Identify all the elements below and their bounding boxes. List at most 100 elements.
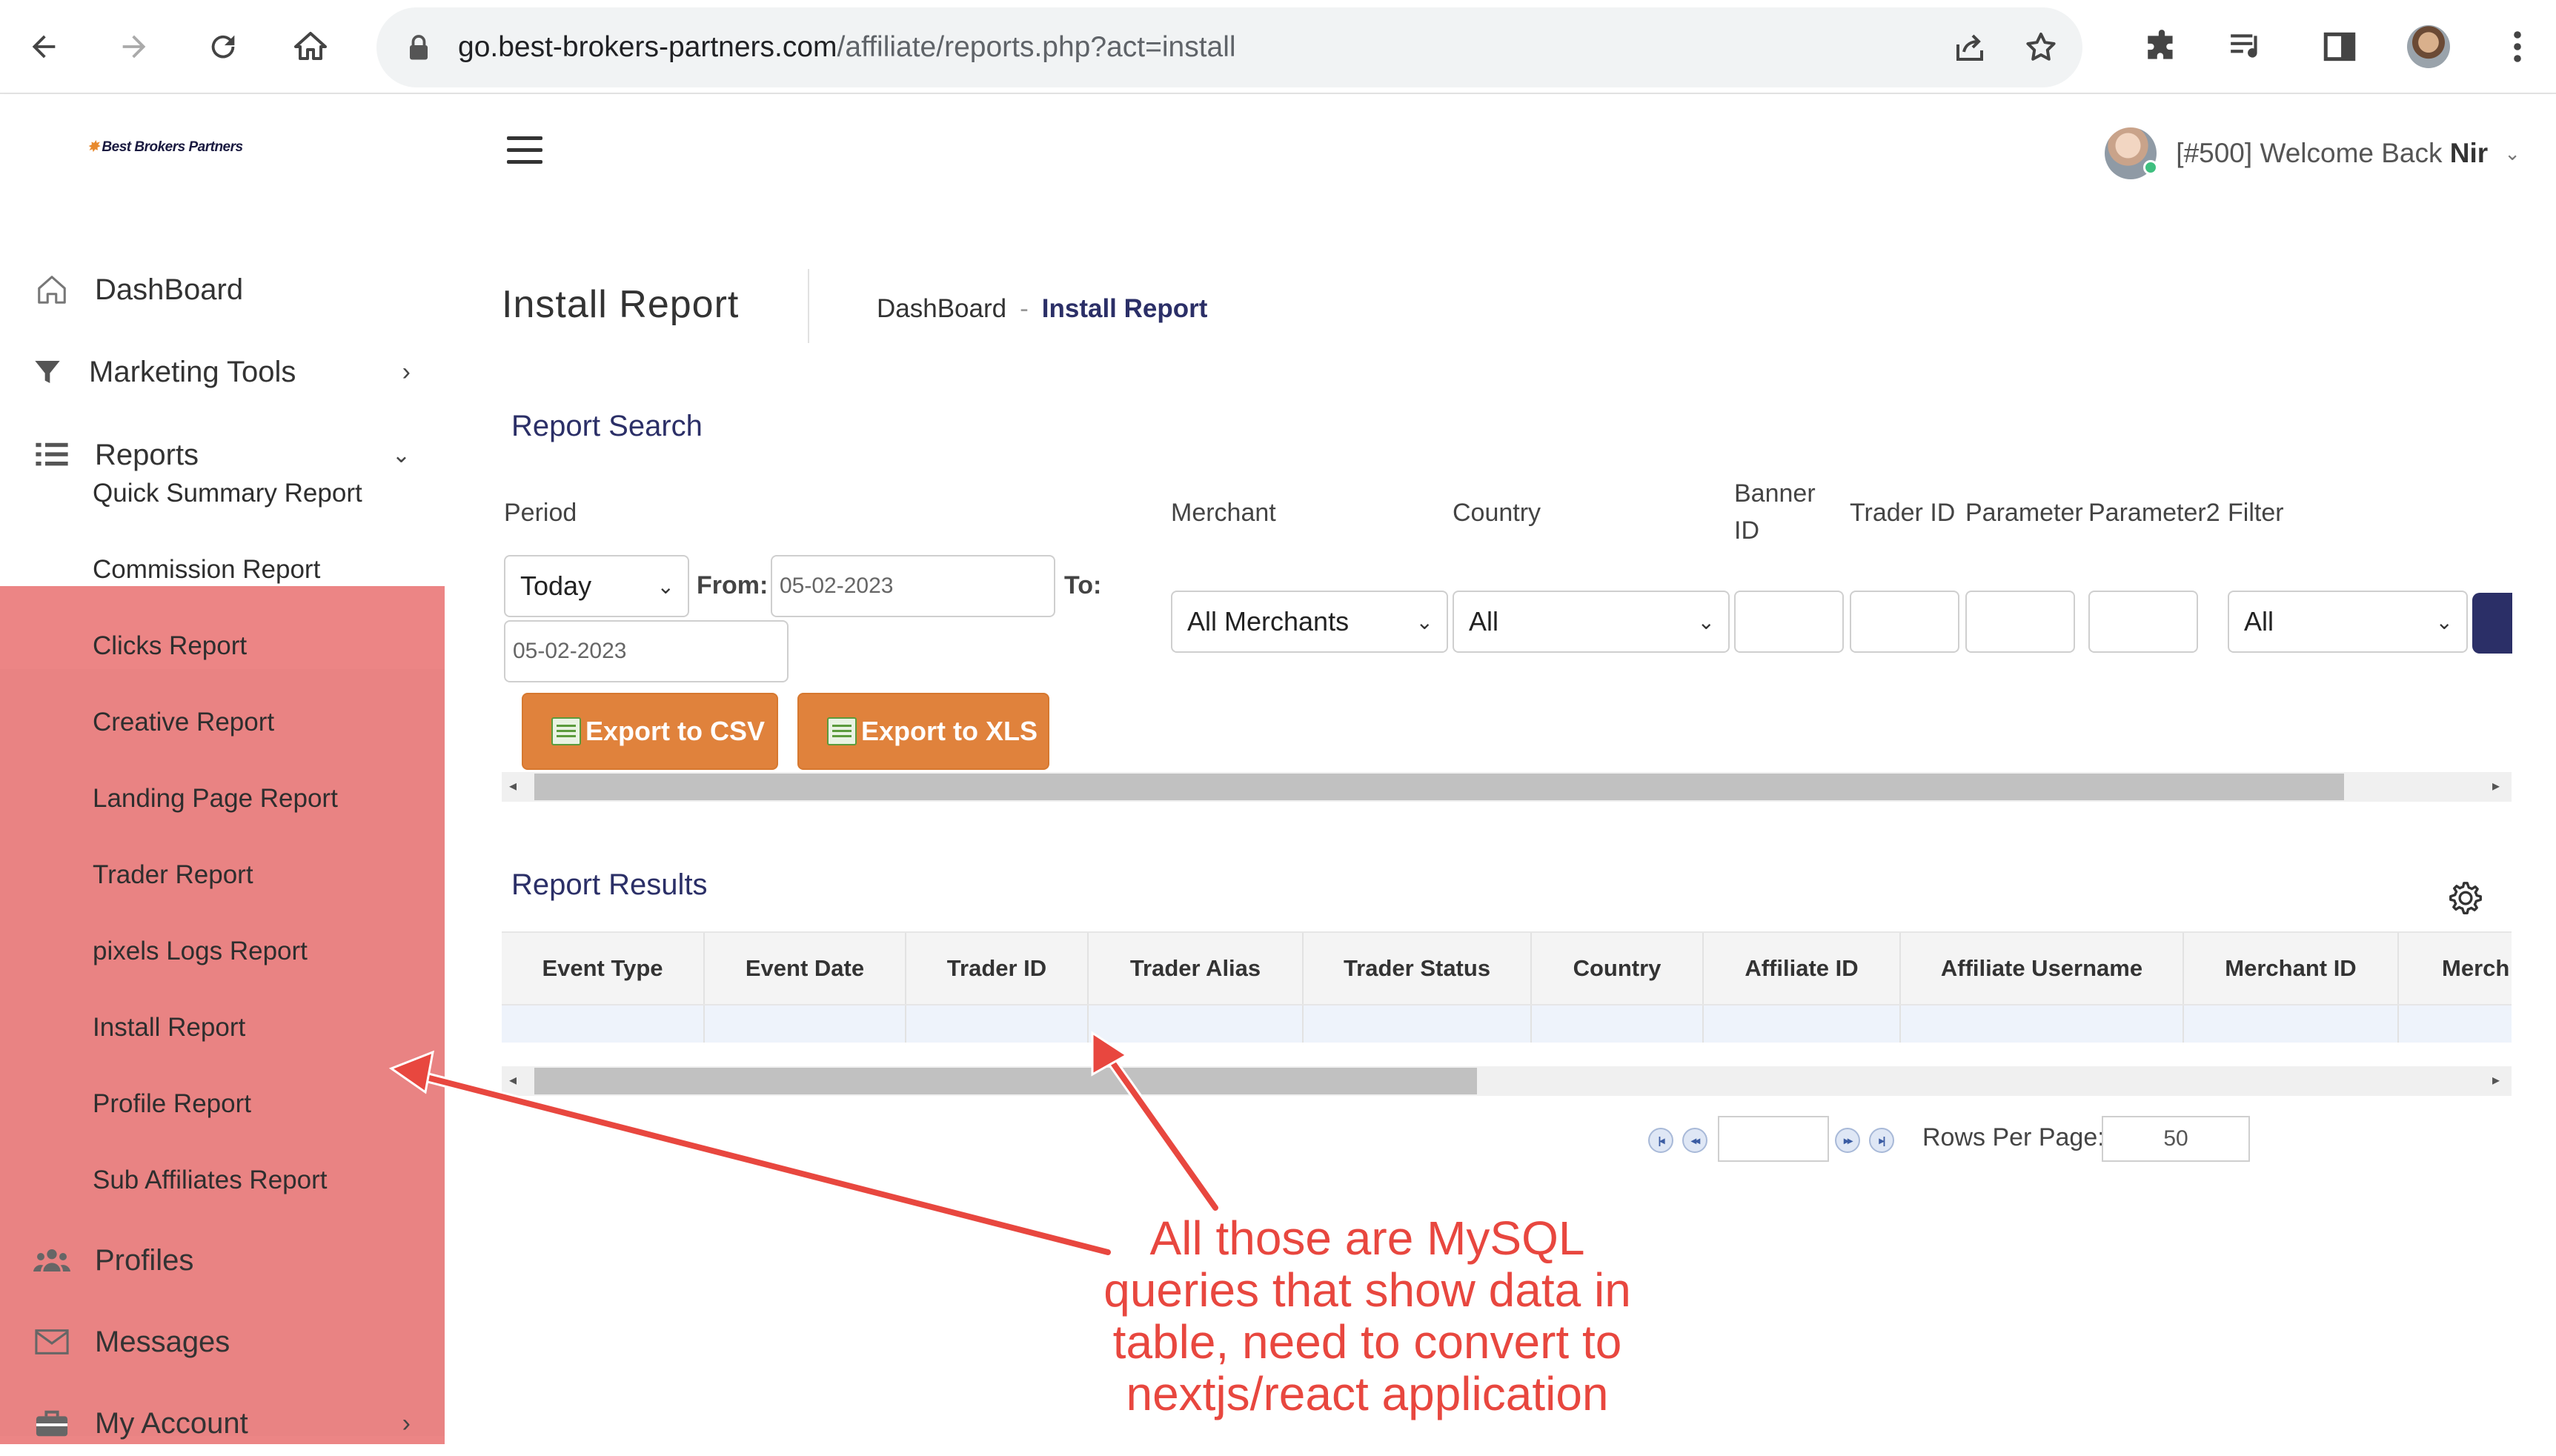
banner-id-label-line-1: Banner <box>1734 479 1816 508</box>
page-title: Install Report <box>502 283 740 326</box>
sidebar-subitem-clicks-report[interactable]: Clicks Report <box>93 631 247 661</box>
sidebar-item-label: Messages <box>95 1325 230 1358</box>
sidebar-subitem-creative-report[interactable]: Creative Report <box>93 708 274 737</box>
sidebar-item-label: DashBoard <box>95 273 244 306</box>
search-horizontal-scrollbar[interactable]: ◂ ▸ <box>502 772 2512 802</box>
column-header-merchant-id[interactable]: Merchant ID <box>2184 933 2399 1004</box>
column-header-trader-id[interactable]: Trader ID <box>906 933 1089 1004</box>
address-bar[interactable]: go.best-brokers-partners.com/affiliate/r… <box>376 7 2082 87</box>
chevron-down-icon: ⌄ <box>2435 611 2453 634</box>
table-cell <box>1304 1005 1532 1043</box>
home-icon[interactable] <box>286 22 335 71</box>
page-number-input[interactable] <box>1718 1116 1829 1162</box>
country-select[interactable]: All ⌄ <box>1453 591 1730 653</box>
sidebar-subitem-trader-report[interactable]: Trader Report <box>93 860 253 890</box>
column-header-affiliate-username[interactable]: Affiliate Username <box>1901 933 2184 1004</box>
export-csv-label: Export to CSV <box>585 716 766 746</box>
column-header-event-date[interactable]: Event Date <box>705 933 906 1004</box>
user-menu[interactable]: [#500] Welcome Back Nir ⌄ <box>2105 124 2520 183</box>
search-submit-button[interactable] <box>2472 593 2512 654</box>
next-page-icon[interactable]: ▸▸ <box>1835 1128 1860 1153</box>
column-header-merchant-name[interactable]: Merch <box>2399 933 2512 1004</box>
column-header-country[interactable]: Country <box>1532 933 1704 1004</box>
parameter-label: Parameter <box>1965 499 2083 527</box>
brand-logo[interactable]: ✸ Best Brokers Partners <box>87 139 243 156</box>
annotation-line: All those are MySQL <box>1149 1211 1586 1265</box>
back-icon[interactable] <box>19 22 68 71</box>
to-date-input[interactable]: 05-02-2023 <box>504 620 789 682</box>
parameter-input[interactable] <box>1965 591 2075 653</box>
banner-id-input[interactable] <box>1734 591 1844 653</box>
sidebar-subitem-quick-summary-report[interactable]: Quick Summary Report <box>93 479 362 508</box>
sidebar-subitem-profile-report[interactable]: Profile Report <box>93 1089 251 1119</box>
trader-id-input[interactable] <box>1850 591 1959 653</box>
column-header-event-type[interactable]: Event Type <box>502 933 705 1004</box>
sidebar-item-dashboard[interactable]: DashBoard <box>0 253 445 327</box>
breadcrumb-home-link[interactable]: DashBoard <box>877 294 1006 323</box>
url-path: /affiliate/reports.php?act=install <box>837 31 1236 63</box>
hamburger-menu-icon[interactable] <box>507 136 542 164</box>
scrollbar-thumb[interactable] <box>534 1068 1477 1094</box>
profile-icon[interactable] <box>2404 22 2453 71</box>
sidebar-item-label: Marketing Tools <box>89 355 296 388</box>
trader-id-label: Trader ID <box>1850 499 1956 527</box>
first-page-icon[interactable]: |◂ <box>1648 1128 1673 1153</box>
export-xls-button[interactable]: Export to XLS <box>797 693 1049 770</box>
parameter2-input[interactable] <box>2088 591 2198 653</box>
chevron-right-icon: › <box>402 1409 411 1437</box>
online-status-dot <box>2143 160 2159 175</box>
merchant-select-value: All Merchants <box>1187 606 1350 636</box>
gear-icon[interactable] <box>2446 878 2486 918</box>
chevron-right-icon: › <box>402 357 411 386</box>
reload-icon[interactable] <box>199 22 248 71</box>
filter-label: Filter <box>2228 499 2284 527</box>
from-label: From: <box>697 571 769 599</box>
welcome-prefix: [#500] Welcome Back <box>2176 138 2450 168</box>
sidebar-item-messages[interactable]: Messages <box>0 1305 445 1379</box>
column-header-trader-status[interactable]: Trader Status <box>1304 933 1532 1004</box>
scrollbar-thumb[interactable] <box>534 774 2344 800</box>
from-date-input[interactable]: 05-02-2023 <box>771 555 1055 617</box>
side-panel-icon[interactable] <box>2315 22 2364 71</box>
forward-icon[interactable] <box>110 22 159 71</box>
scroll-right-icon[interactable]: ▸ <box>2485 777 2507 795</box>
sidebar-item-my-account[interactable]: My Account › <box>0 1386 445 1456</box>
browser-toolbar: go.best-brokers-partners.com/affiliate/r… <box>0 0 2556 94</box>
media-icon[interactable] <box>2222 22 2271 71</box>
welcome-name: Nir <box>2449 138 2489 168</box>
rows-per-page-input[interactable]: 50 <box>2102 1116 2250 1162</box>
spreadsheet-icon <box>551 717 581 745</box>
breadcrumb-current: Install Report <box>1041 294 1208 323</box>
sidebar-subitem-landing-page-report[interactable]: Landing Page Report <box>93 784 338 814</box>
share-icon[interactable] <box>1952 30 1988 69</box>
column-header-affiliate-id[interactable]: Affiliate ID <box>1704 933 1901 1004</box>
scroll-left-icon[interactable]: ◂ <box>502 777 524 795</box>
sidebar-subitem-install-report[interactable]: Install Report <box>93 1013 245 1043</box>
chevron-down-icon: ⌄ <box>391 442 411 468</box>
filter-select[interactable]: All ⌄ <box>2228 591 2468 653</box>
table-cell <box>1901 1005 2184 1043</box>
sidebar-item-marketing-tools[interactable]: Marketing Tools › <box>0 335 445 409</box>
scroll-right-icon[interactable]: ▸ <box>2485 1071 2507 1089</box>
more-icon[interactable] <box>2493 22 2542 71</box>
chevron-down-icon[interactable]: ⌄ <box>2504 142 2520 165</box>
merchant-select[interactable]: All Merchants ⌄ <box>1171 591 1448 653</box>
extensions-icon[interactable] <box>2137 22 2186 71</box>
previous-page-icon[interactable]: ◂◂ <box>1682 1128 1707 1153</box>
scroll-left-icon[interactable]: ◂ <box>502 1071 524 1089</box>
sidebar-subitem-commission-report[interactable]: Commission Report <box>93 555 320 585</box>
spreadsheet-icon <box>827 717 857 745</box>
sidebar-item-profiles[interactable]: Profiles <box>0 1223 445 1297</box>
lock-icon[interactable] <box>408 34 430 64</box>
last-page-icon[interactable]: ▸| <box>1869 1128 1894 1153</box>
sidebar-subitem-pixels-logs-report[interactable]: pixels Logs Report <box>93 937 308 966</box>
column-header-trader-alias[interactable]: Trader Alias <box>1089 933 1304 1004</box>
home-icon <box>33 270 71 309</box>
sidebar-subitem-sub-affiliates-report[interactable]: Sub Affiliates Report <box>93 1166 328 1195</box>
to-label: To: <box>1064 571 1102 599</box>
results-horizontal-scrollbar[interactable]: ◂ ▸ <box>502 1066 2512 1096</box>
period-select[interactable]: Today ⌄ <box>504 555 689 617</box>
export-csv-button[interactable]: Export to CSV <box>522 693 778 770</box>
sidebar-item-label: Profiles <box>95 1243 194 1277</box>
star-icon[interactable] <box>2023 30 2059 69</box>
